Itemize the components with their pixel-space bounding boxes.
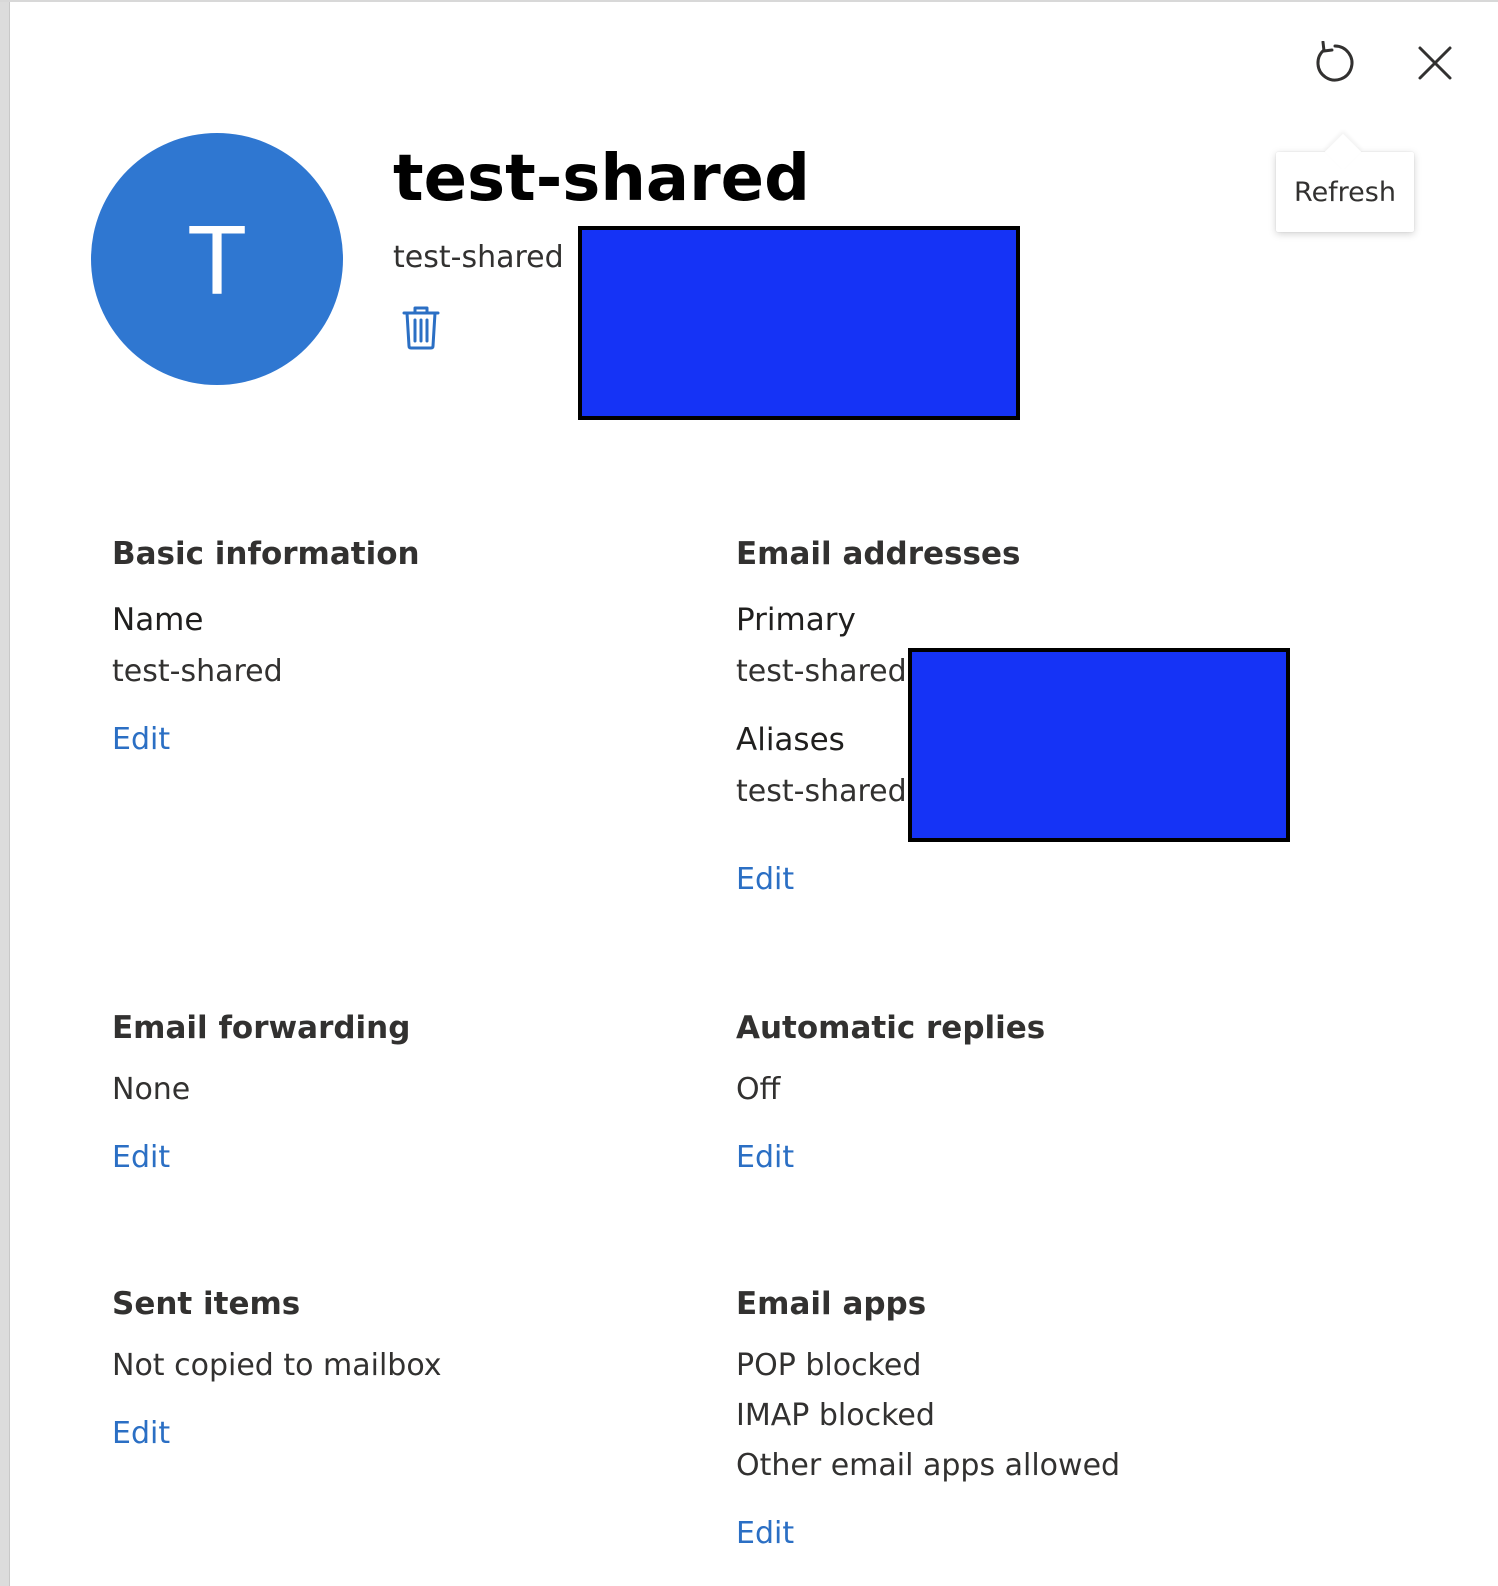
section-email-addresses: Email addresses Primary test-shared Alia… <box>736 536 1296 897</box>
primary-label: Primary <box>736 602 856 638</box>
email-app-status: IMAP blocked <box>736 1398 935 1433</box>
avatar-initial: T <box>187 205 247 315</box>
section-heading: Sent items <box>112 1286 301 1322</box>
edit-email-forwarding-link[interactable]: Edit <box>112 1140 170 1175</box>
section-heading: Automatic replies <box>736 1010 1046 1046</box>
section-email-forwarding: Email forwarding None Edit <box>112 1010 672 1175</box>
sent-items-value: Not copied to mailbox <box>112 1348 442 1383</box>
section-automatic-replies: Automatic replies Off Edit <box>736 1010 1296 1175</box>
section-heading: Email apps <box>736 1286 927 1322</box>
name-label: Name <box>112 602 204 638</box>
edit-email-addresses-link[interactable]: Edit <box>736 862 794 897</box>
mailbox-email-subtitle: test-shared <box>393 240 564 275</box>
close-button[interactable] <box>1408 36 1462 90</box>
delete-mailbox-button[interactable] <box>402 306 440 350</box>
refresh-button[interactable] <box>1308 36 1362 90</box>
edit-automatic-replies-link[interactable]: Edit <box>736 1140 794 1175</box>
page-title: test-shared <box>393 142 810 216</box>
refresh-icon <box>1316 41 1354 82</box>
email-app-status: Other email apps allowed <box>736 1448 1121 1483</box>
email-app-status: POP blocked <box>736 1348 922 1383</box>
section-email-apps: Email apps POP blocked IMAP blocked Othe… <box>736 1286 1296 1551</box>
alias-email-value: test-shared <box>736 774 907 809</box>
avatar: T <box>91 133 343 385</box>
redaction-box-email-addresses <box>908 648 1290 842</box>
section-heading: Email forwarding <box>112 1010 411 1046</box>
edit-email-apps-link[interactable]: Edit <box>736 1516 794 1551</box>
mailbox-details-panel: Refresh T test-shared test-shared Basic … <box>0 0 1498 1586</box>
edit-basic-info-link[interactable]: Edit <box>112 722 170 757</box>
name-value: test-shared <box>112 654 283 689</box>
refresh-tooltip-text: Refresh <box>1294 176 1396 208</box>
section-sent-items: Sent items Not copied to mailbox Edit <box>112 1286 672 1451</box>
redaction-box-header <box>578 226 1020 420</box>
email-forwarding-value: None <box>112 1072 191 1107</box>
primary-email-value: test-shared <box>736 654 907 689</box>
section-heading: Email addresses <box>736 536 1021 572</box>
close-icon <box>1418 46 1452 80</box>
edit-sent-items-link[interactable]: Edit <box>112 1416 170 1451</box>
aliases-label: Aliases <box>736 722 845 758</box>
trash-icon <box>402 306 440 350</box>
refresh-tooltip: Refresh <box>1276 152 1414 232</box>
background-panel-edge <box>0 0 10 1586</box>
section-basic-information: Basic information Name test-shared Edit <box>112 536 672 757</box>
section-heading: Basic information <box>112 536 420 572</box>
automatic-replies-value: Off <box>736 1072 781 1107</box>
panel-top-border <box>0 0 1498 2</box>
